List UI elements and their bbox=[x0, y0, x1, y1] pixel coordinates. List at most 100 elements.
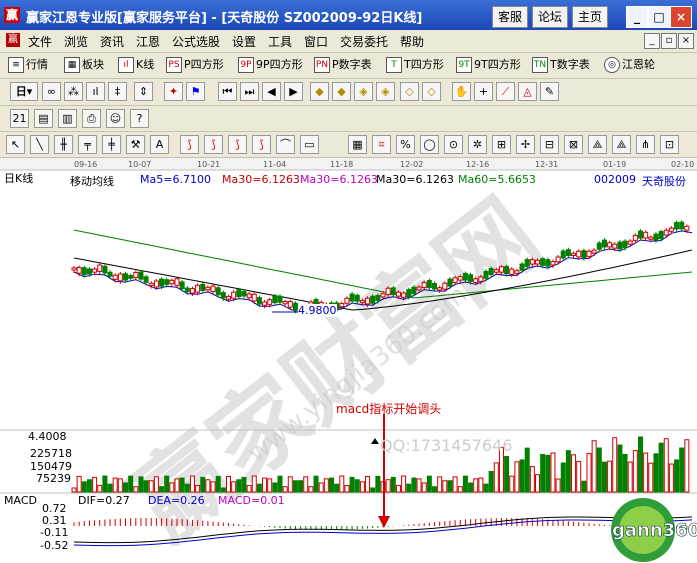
quotes-tool[interactable]: ≡ 行情 bbox=[8, 56, 48, 74]
last-icon[interactable]: ⏭ bbox=[240, 82, 259, 101]
channel-icon[interactable]: ╫ bbox=[54, 135, 73, 154]
volume-bar bbox=[195, 484, 201, 493]
menu-browse[interactable]: 浏览 bbox=[64, 33, 88, 50]
t-number-table-icon: TN bbox=[532, 57, 548, 73]
gann-grid2-icon[interactable]: ⊠ bbox=[564, 135, 583, 154]
help-icon[interactable]: ? bbox=[130, 109, 149, 128]
indicator-icon[interactable]: ✦ bbox=[164, 82, 183, 101]
menu-tools[interactable]: 工具 bbox=[268, 33, 292, 50]
fib-icon[interactable]: ▦ bbox=[348, 135, 367, 154]
fan3-icon[interactable]: ⟆ bbox=[228, 135, 247, 154]
close-button[interactable]: × bbox=[670, 6, 692, 28]
bookmark-icon[interactable]: ✎ bbox=[540, 82, 559, 101]
candle-body bbox=[86, 268, 92, 275]
scroll-left-icon[interactable]: ◇ bbox=[400, 82, 419, 101]
next-icon[interactable]: ▶ bbox=[284, 82, 303, 101]
date-tick: 10-07 bbox=[128, 160, 151, 169]
mdi-restore-button[interactable]: ▫ bbox=[661, 33, 677, 49]
cross-icon[interactable]: ✢ bbox=[516, 135, 535, 154]
line-draw-icon[interactable]: ⟋ bbox=[496, 82, 515, 101]
p-number-table-tool[interactable]: PN P数字表 bbox=[314, 56, 372, 74]
candle-body bbox=[411, 286, 417, 295]
user-icon[interactable]: ☺ bbox=[106, 109, 125, 128]
9t-square-tool[interactable]: 9T 9T四方形 bbox=[456, 56, 521, 74]
crosshair-icon[interactable]: + bbox=[474, 82, 493, 101]
prev-icon[interactable]: ◀ bbox=[262, 82, 281, 101]
hand-icon[interactable]: ✋ bbox=[452, 82, 471, 101]
menu-help[interactable]: 帮助 bbox=[400, 33, 424, 50]
scroll-right-icon[interactable]: ◇ bbox=[422, 82, 441, 101]
candle-body bbox=[174, 278, 180, 286]
text-icon[interactable]: A bbox=[150, 135, 169, 154]
volume-bar bbox=[200, 476, 206, 493]
minimize-button[interactable]: _ bbox=[626, 6, 648, 28]
shrink-icon[interactable]: ◈ bbox=[376, 82, 395, 101]
customer-service-button[interactable]: 客服 bbox=[492, 6, 528, 28]
fork2-icon[interactable]: ╪ bbox=[102, 135, 121, 154]
tools-icon[interactable]: ⚒ bbox=[126, 135, 145, 154]
gann-wheel-tool[interactable]: ◎ 江恩轮 bbox=[604, 56, 655, 74]
arc-icon[interactable]: ⌒ bbox=[276, 135, 295, 154]
grid-icon[interactable]: ⊞ bbox=[492, 135, 511, 154]
print-icon[interactable]: ⎙ bbox=[82, 109, 101, 128]
candle-body bbox=[153, 280, 159, 288]
cursor-icon[interactable]: ↖ bbox=[6, 135, 25, 154]
menu-trade[interactable]: 交易委托 bbox=[340, 33, 388, 50]
chart-area[interactable]: 09-16 10-07 10-21 11-04 11-18 12-02 12-16 12-31… bbox=[0, 158, 697, 563]
shape-icon[interactable]: ◬ bbox=[518, 82, 537, 101]
menu-news[interactable]: 资讯 bbox=[100, 33, 124, 50]
period-select[interactable]: 日▾ bbox=[10, 82, 38, 101]
candle-body bbox=[380, 293, 386, 298]
menu-window[interactable]: 窗口 bbox=[304, 33, 328, 50]
candle-icon[interactable]: ‡ bbox=[108, 82, 127, 101]
gann-angle2-icon[interactable]: ⟁ bbox=[612, 135, 631, 154]
flag-icon[interactable]: ⚑ bbox=[186, 82, 205, 101]
expand-icon[interactable]: ◈ bbox=[354, 82, 373, 101]
first-icon[interactable]: ⏮ bbox=[218, 82, 237, 101]
line-icon[interactable]: ╲ bbox=[30, 135, 49, 154]
candle-body bbox=[272, 295, 278, 304]
fib2-icon[interactable]: ⌗ bbox=[372, 135, 391, 154]
volume-bar bbox=[576, 460, 582, 493]
circle-icon[interactable]: ◯ bbox=[420, 135, 439, 154]
calculator-icon[interactable]: ▤ bbox=[34, 109, 53, 128]
candle-body bbox=[416, 286, 422, 291]
zoom-in-icon[interactable]: ◆ bbox=[310, 82, 329, 101]
calendar-icon[interactable]: 21 bbox=[10, 109, 29, 128]
fan4-icon[interactable]: ⟆ bbox=[252, 135, 271, 154]
p-square-tool[interactable]: PS P四方形 bbox=[166, 56, 224, 74]
gann-box-icon[interactable]: ⊡ bbox=[660, 135, 679, 154]
fan2-icon[interactable]: ⟆ bbox=[204, 135, 223, 154]
t-square-tool[interactable]: T T四方形 bbox=[386, 56, 444, 74]
homepage-button[interactable]: 主页 bbox=[572, 6, 608, 28]
chain-icon[interactable]: ∞ bbox=[42, 82, 61, 101]
qq-watermark: QQ:1731457646 bbox=[380, 436, 513, 455]
kline-tool[interactable]: ıl K线 bbox=[118, 56, 154, 74]
gann-grid-icon[interactable]: ⊟ bbox=[540, 135, 559, 154]
t-number-table-tool[interactable]: TN T数字表 bbox=[532, 56, 590, 74]
mdi-close-button[interactable]: × bbox=[678, 33, 694, 49]
menu-settings[interactable]: 设置 bbox=[232, 33, 256, 50]
box-icon[interactable]: ▭ bbox=[300, 135, 319, 154]
gann-angle-icon[interactable]: ⟁ bbox=[588, 135, 607, 154]
candle-type-icon[interactable]: ⇕ bbox=[134, 82, 153, 101]
sector-tool[interactable]: ▦ 板块 bbox=[64, 56, 104, 74]
zoom-out-icon[interactable]: ◆ bbox=[332, 82, 351, 101]
ellipse-icon[interactable]: ⊙ bbox=[444, 135, 463, 154]
spiral-icon[interactable]: ✲ bbox=[468, 135, 487, 154]
fan-icon[interactable]: ⟆ bbox=[180, 135, 199, 154]
bars-icon[interactable]: ıl bbox=[86, 82, 105, 101]
menu-formula-stock-pick[interactable]: 公式选股 bbox=[172, 33, 220, 50]
fork-icon[interactable]: ╤ bbox=[78, 135, 97, 154]
9p-square-tool[interactable]: 9P 9P四方形 bbox=[238, 56, 303, 74]
scatter-icon[interactable]: ⁂ bbox=[64, 82, 83, 101]
document-icon[interactable]: 赢 bbox=[6, 33, 20, 47]
maximize-button[interactable]: □ bbox=[648, 6, 670, 28]
gann-fan-icon[interactable]: ⋔ bbox=[636, 135, 655, 154]
menu-file[interactable]: 文件 bbox=[28, 33, 52, 50]
percent-icon[interactable]: % bbox=[396, 135, 415, 154]
mdi-minimize-button[interactable]: _ bbox=[644, 33, 660, 49]
menu-gann[interactable]: 江恩 bbox=[136, 33, 160, 50]
forum-button[interactable]: 论坛 bbox=[532, 6, 568, 28]
table-icon[interactable]: ▥ bbox=[58, 109, 77, 128]
